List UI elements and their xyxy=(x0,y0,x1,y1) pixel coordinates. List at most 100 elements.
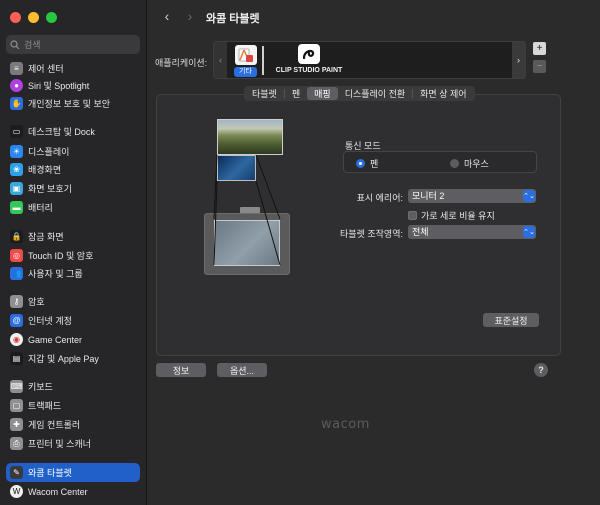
search-field[interactable] xyxy=(6,35,140,54)
sidebar-item-battery[interactable]: ▬ 배터리 xyxy=(6,198,140,217)
select-arrows-icon: ⌃⌄ xyxy=(523,226,535,238)
mode-mouse-label: 마우스 xyxy=(464,159,489,169)
sidebar-item-label: 디스플레이 xyxy=(28,147,70,157)
forward-chevron-icon[interactable]: › xyxy=(183,8,197,24)
sidebar-item-fingerprint[interactable]: ◎ Touch ID 및 암호 xyxy=(6,246,140,265)
sidebar-item-dock[interactable]: ▭ 데스크탑 및 Dock xyxy=(6,122,140,141)
sidebar-item-label: 배경화면 xyxy=(28,165,62,175)
wacom-tablet-icon: ✎ xyxy=(10,466,23,479)
search-input[interactable] xyxy=(24,39,134,50)
sidebar-item-display-sun[interactable]: ☀ 디스플레이 xyxy=(6,142,140,161)
search-icon xyxy=(10,39,20,49)
about-button[interactable]: 정보 xyxy=(156,363,206,377)
remove-application-button[interactable]: − xyxy=(533,60,546,73)
display-sun-icon: ☀ xyxy=(10,145,23,158)
wallet-icon: ▤ xyxy=(10,352,23,365)
checkbox-icon xyxy=(408,211,417,220)
app-tile-clip-studio[interactable]: CLIP STUDIO PAINT xyxy=(269,44,349,78)
wacom-center-icon: W xyxy=(10,485,23,498)
users-icon: 👥 xyxy=(10,267,23,280)
tablet-area-label: 타블렛 조작영역: xyxy=(340,229,403,239)
default-settings-button[interactable]: 표준설정 xyxy=(483,313,539,327)
help-button[interactable]: ? xyxy=(534,363,548,377)
display-area-select[interactable]: 모니터 2 ⌃⌄ xyxy=(408,189,536,203)
page-title: 와콤 타블렛 xyxy=(206,13,260,25)
mapping-lines xyxy=(213,154,281,266)
sidebar-item-gamepad[interactable]: ✚ 게임 컨트롤러 xyxy=(6,415,140,434)
sidebar-item-wallet[interactable]: ▤ 지갑 및 Apple Pay xyxy=(6,349,140,368)
clip-studio-paint-icon xyxy=(298,44,320,64)
sidebar-item-game-center[interactable]: ◉ Game Center xyxy=(6,330,140,349)
add-application-button[interactable]: + xyxy=(533,42,546,55)
tab-mapping[interactable]: 매핑 xyxy=(307,87,338,100)
display-area-value: 모니터 2 xyxy=(412,191,445,201)
display-area-label: 표시 에리어: xyxy=(356,193,403,203)
tablet-area-select[interactable]: 전체 ⌃⌄ xyxy=(408,225,536,239)
sidebar-item-label: 인터넷 계정 xyxy=(28,316,72,326)
sidebar-item-label: 트랙패드 xyxy=(28,401,62,411)
sidebar-item-label: 와콤 타블렛 xyxy=(28,468,72,478)
mode-group: 펜 마우스 xyxy=(343,151,537,173)
tab-tablet[interactable]: 타블렛 xyxy=(245,87,284,100)
app-divider xyxy=(262,46,264,75)
mode-pen-label: 펜 xyxy=(370,159,379,169)
scroll-right-button[interactable]: › xyxy=(512,42,525,78)
tab-display-toggle[interactable]: 디스플레이 전환 xyxy=(338,87,412,100)
sidebar-item-trackpad[interactable]: ▢ 트랙패드 xyxy=(6,396,140,415)
mode-mouse-radio[interactable]: 마우스 xyxy=(450,157,489,170)
sidebar-item-label: Game Center xyxy=(28,334,83,345)
sidebar-item-hand[interactable]: ✋ 개인정보 보호 및 보안 xyxy=(6,94,140,113)
sidebar-item-label: 데스크탑 및 Dock xyxy=(28,127,95,137)
window-controls xyxy=(10,12,57,23)
gamepad-icon: ✚ xyxy=(10,418,23,431)
application-list: ‹ 기타 CLIP STUDIO PAINT › xyxy=(213,41,526,79)
sidebar-item-label: 암호 xyxy=(28,297,45,307)
sidebar-item-label: 제어 센터 xyxy=(28,64,64,74)
applications-label: 애플리케이션: xyxy=(155,58,208,68)
main-content: ‹ › 와콤 타블렛 애플리케이션: ‹ 기타 CLIP STUDIO PAIN… xyxy=(147,0,600,505)
sidebar-item-key[interactable]: ⚷ 암호 xyxy=(6,292,140,311)
sidebar-item-label: 개인정보 보호 및 보안 xyxy=(28,99,111,109)
app-tile-clip-studio-label: CLIP STUDIO PAINT xyxy=(275,67,343,74)
sidebar-item-label: 프린터 및 스캐너 xyxy=(28,439,91,449)
keep-ratio-label: 가로 세로 비율 유지 xyxy=(421,211,495,221)
sidebar-item-users[interactable]: 👥 사용자 및 그룹 xyxy=(6,264,140,283)
scroll-left-button[interactable]: ‹ xyxy=(214,42,227,78)
sidebar-item-label: 화면 보호기 xyxy=(28,184,72,194)
mapping-panel: 통신 모드 펜 마우스 표시 에리어: 모니터 2 ⌃⌄ 가로 세로 비율 유지… xyxy=(156,94,561,356)
sidebar-item-at[interactable]: @ 인터넷 계정 xyxy=(6,311,140,330)
keyboard-icon: ⌨ xyxy=(10,380,23,393)
back-chevron-icon[interactable]: ‹ xyxy=(160,8,174,24)
all-apps-icon xyxy=(234,45,257,65)
sidebar-item-wallpaper[interactable]: ❀ 배경화면 xyxy=(6,160,140,179)
sidebar-item-keyboard[interactable]: ⌨ 키보드 xyxy=(6,377,140,396)
sidebar: ≡ 제어 센터 ● Siri 및 Spotlight ✋ 개인정보 보호 및 보안 ▭ 데스크… xyxy=(0,0,147,505)
lock-icon: 🔒 xyxy=(10,230,23,243)
keep-ratio-checkbox[interactable]: 가로 세로 비율 유지 xyxy=(408,209,495,222)
trackpad-icon: ▢ xyxy=(10,399,23,412)
sidebar-item-label: Siri 및 Spotlight xyxy=(28,81,90,91)
minimize-window-button[interactable] xyxy=(28,12,39,23)
mapping-diagram xyxy=(204,116,294,276)
key-icon: ⚷ xyxy=(10,295,23,308)
sidebar-item-label: 게임 컨트롤러 xyxy=(28,420,81,430)
sidebar-item-screensaver[interactable]: ▣ 화면 보호기 xyxy=(6,179,140,198)
printer-icon: ⎙ xyxy=(10,437,23,450)
zoom-window-button[interactable] xyxy=(46,12,57,23)
tab-pen[interactable]: 펜 xyxy=(285,87,307,100)
tab-on-screen-controls[interactable]: 화면 상 제어 xyxy=(413,87,473,100)
close-window-button[interactable] xyxy=(10,12,21,23)
wallpaper-icon: ❀ xyxy=(10,163,23,176)
sidebar-item-label: Touch ID 및 암호 xyxy=(28,251,94,261)
sidebar-item-label: Wacom Center xyxy=(28,486,88,497)
sidebar-item-wacom-tablet[interactable]: ✎ 와콤 타블렛 xyxy=(6,463,140,482)
app-tile-all[interactable]: 기타 xyxy=(232,44,259,78)
sidebar-item-lock[interactable]: 🔒 잠금 화면 xyxy=(6,227,140,246)
sidebar-item-printer[interactable]: ⎙ 프린터 및 스캐너 xyxy=(6,434,140,453)
tab-bar: 타블렛 펜 매핑 디스플레이 전환 화면 상 제어 xyxy=(244,86,475,101)
sidebar-item-label: 키보드 xyxy=(28,382,53,392)
sidebar-item-siri[interactable]: ● Siri 및 Spotlight xyxy=(6,76,140,95)
sidebar-item-wacom-center[interactable]: W Wacom Center xyxy=(6,482,140,501)
mode-pen-radio[interactable]: 펜 xyxy=(356,157,378,170)
options-button[interactable]: 옵션... xyxy=(217,363,267,377)
